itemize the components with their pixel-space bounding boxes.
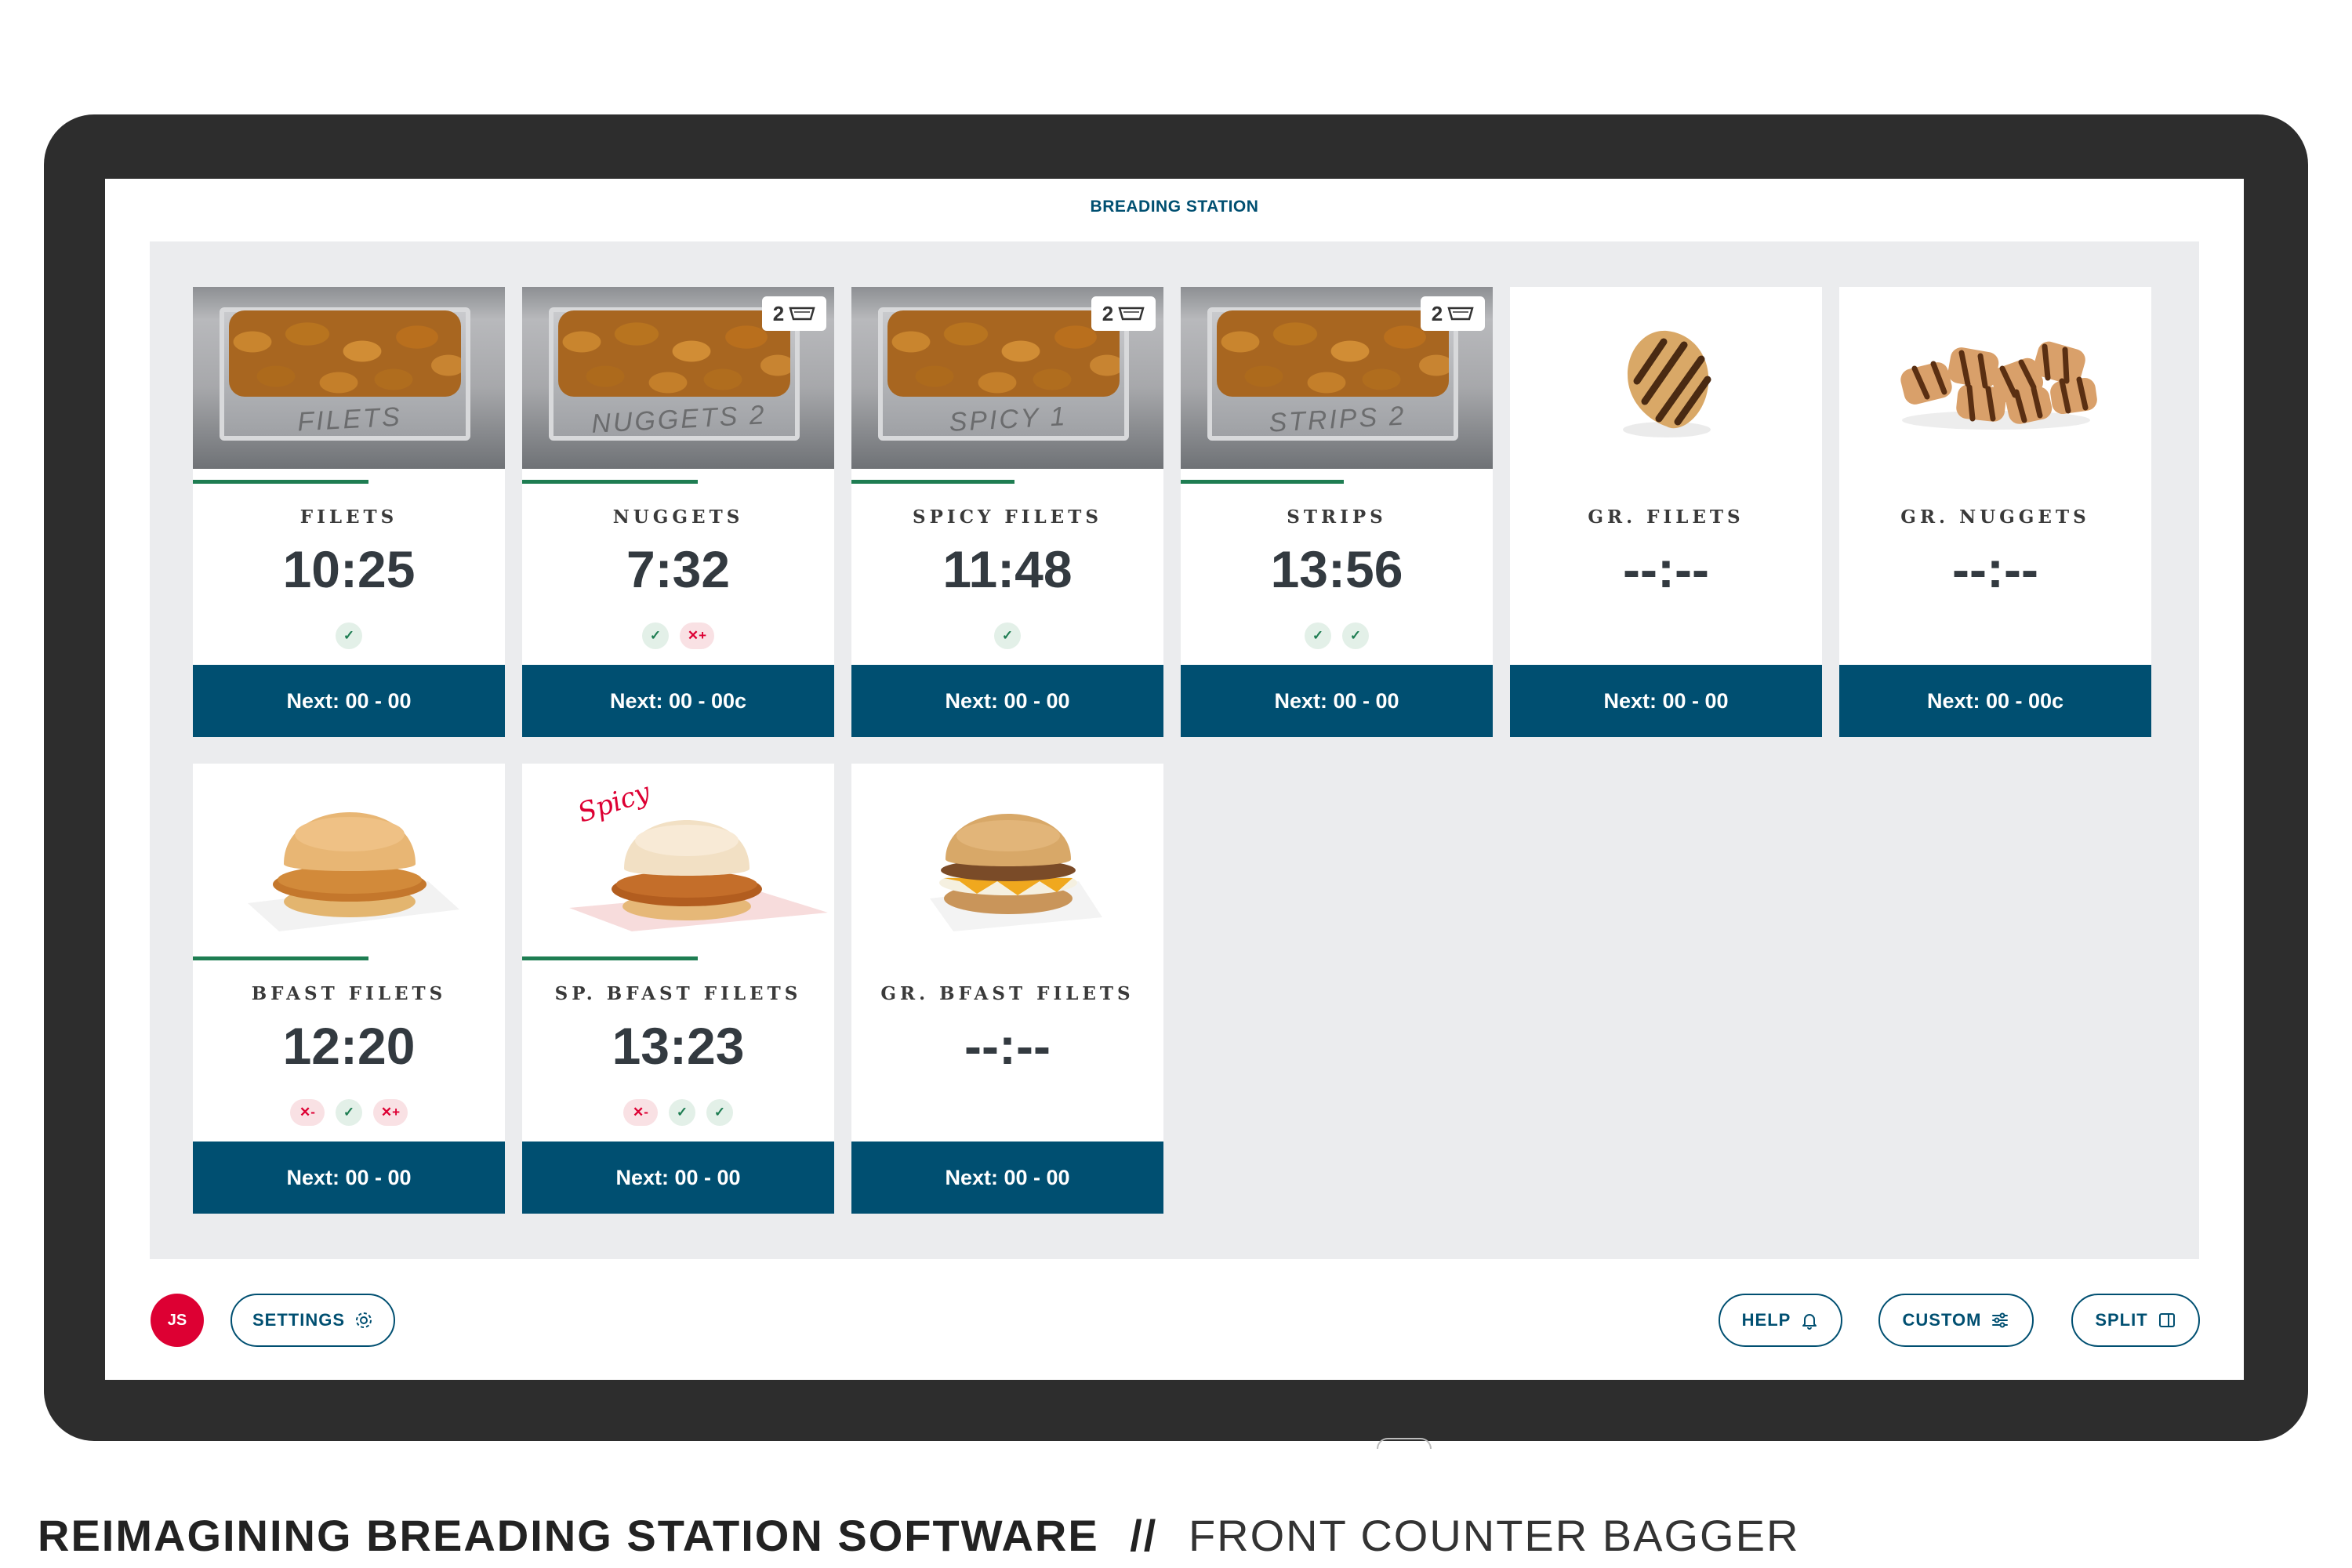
check-icon[interactable]: ✓ [994, 622, 1021, 649]
biscuit-sandwich-image [193, 764, 505, 946]
card-photo: FILETS [193, 287, 505, 469]
help-button[interactable]: HELP [1719, 1294, 1842, 1347]
status-row: ✕- ✓ ✕+ [193, 1099, 505, 1126]
next-bar[interactable]: Next: 00 - 00c [522, 665, 834, 737]
badge-count: 2 [772, 301, 785, 325]
status-row: ✓ [193, 622, 505, 649]
screen-title: BREADING STATION [1090, 198, 1259, 216]
grilled-nuggets-image [1839, 287, 2151, 469]
progress-bar [1181, 480, 1344, 484]
next-bar[interactable]: Next: 00 - 00 [851, 665, 1163, 737]
card-timer: 12:20 [282, 1017, 416, 1075]
card-nuggets[interactable]: NUGGETS 2 2 NUGGETS 7:32 ✓ ✕+ Next: 00 -… [522, 287, 834, 737]
badge-count: 2 [1431, 301, 1443, 325]
card-photo: SPICY 1 2 [851, 287, 1163, 469]
sliders-icon [1992, 1312, 2009, 1328]
page-caption: REIMAGINING BREADING STATION SOFTWARE //… [38, 1510, 1799, 1561]
settings-button[interactable]: SETTINGS [230, 1294, 395, 1347]
remove-minus-icon[interactable]: ✕- [290, 1099, 325, 1126]
pan-icon [1447, 307, 1474, 321]
card-timer: 10:25 [282, 540, 416, 598]
caption-title: REIMAGINING BREADING STATION SOFTWARE [38, 1511, 1099, 1560]
check-icon[interactable]: ✓ [706, 1099, 733, 1126]
english-muffin-sandwich-image [851, 764, 1163, 946]
progress-bar [851, 480, 1014, 484]
user-avatar[interactable]: JS [151, 1294, 204, 1347]
card-name: SPICY FILETS [913, 506, 1102, 528]
progress-bar [193, 956, 368, 960]
pan-icon [1118, 307, 1145, 321]
card-name: GR. BFAST FILETS [880, 983, 1134, 1004]
caption-subtitle: FRONT COUNTER BAGGER [1188, 1511, 1800, 1560]
next-bar[interactable]: Next: 00 - 00 [193, 665, 505, 737]
card-name: BFAST FILETS [251, 983, 447, 1004]
split-label: SPLIT [2095, 1310, 2148, 1330]
pan-icon [789, 307, 815, 321]
status-row: ✓ [851, 622, 1163, 649]
pan-count-badge: 2 [1091, 296, 1156, 331]
card-name: NUGGETS [612, 506, 744, 528]
pan-count-badge: 2 [762, 296, 826, 331]
card-name: GR. FILETS [1588, 506, 1744, 528]
check-icon[interactable]: ✓ [336, 622, 362, 649]
badge-count: 2 [1102, 301, 1114, 325]
card-spicy-bfast-filets[interactable]: Spicy SP. BFAST FILETS 13:23 ✕- ✓ ✓ Next… [522, 764, 834, 1214]
next-bar[interactable]: Next: 00 - 00 [522, 1142, 834, 1214]
grilled-filet-image [1510, 287, 1822, 469]
next-bar[interactable]: Next: 00 - 00c [1839, 665, 2151, 737]
split-view-icon [2158, 1313, 2175, 1327]
settings-label: SETTINGS [252, 1310, 345, 1330]
check-icon[interactable]: ✓ [669, 1099, 695, 1126]
product-board: FILETS FILETS 10:25 ✓ Next: 00 - 00 NUGG… [150, 241, 2199, 1259]
caption-separator: // [1130, 1511, 1158, 1560]
card-photo: NUGGETS 2 2 [522, 287, 834, 469]
card-strips[interactable]: STRIPS 2 2 STRIPS 13:56 ✓ ✓ Next: 00 - 0… [1181, 287, 1493, 737]
tablet-screen: BREADING STATION FILETS FILETS 10:25 ✓ N… [105, 179, 2244, 1380]
card-timer: 13:23 [612, 1017, 745, 1075]
remove-plus-icon[interactable]: ✕+ [680, 622, 714, 649]
split-button[interactable]: SPLIT [2071, 1294, 2200, 1347]
status-row: ✕- ✓ ✓ [522, 1099, 834, 1126]
bell-icon [1802, 1314, 1817, 1330]
card-name: FILETS [299, 506, 398, 528]
card-filets[interactable]: FILETS FILETS 10:25 ✓ Next: 00 - 00 [193, 287, 505, 737]
card-grilled-filets[interactable]: GR. FILETS --:-- Next: 00 - 00 [1510, 287, 1822, 737]
next-bar[interactable]: Next: 00 - 00 [193, 1142, 505, 1214]
card-timer: 11:48 [942, 540, 1073, 598]
card-spicy-filets[interactable]: SPICY 1 2 SPICY FILETS 11:48 ✓ Next: 00 … [851, 287, 1163, 737]
tablet-notch [1377, 1438, 1432, 1449]
card-name: SP. BFAST FILETS [554, 983, 802, 1004]
help-label: HELP [1741, 1310, 1791, 1330]
card-photo: STRIPS 2 2 [1181, 287, 1493, 469]
check-icon[interactable]: ✓ [1305, 622, 1331, 649]
next-bar[interactable]: Next: 00 - 00 [851, 1142, 1163, 1214]
card-bfast-filets[interactable]: BFAST FILETS 12:20 ✕- ✓ ✕+ Next: 00 - 00 [193, 764, 505, 1214]
card-grilled-nuggets[interactable]: GR. NUGGETS --:-- Next: 00 - 00c [1839, 287, 2151, 737]
card-grilled-bfast-filets[interactable]: GR. BFAST FILETS --:-- Next: 00 - 00 [851, 764, 1163, 1214]
progress-bar [522, 956, 698, 960]
status-row: ✓ ✕+ [522, 622, 834, 649]
card-timer: --:-- [1952, 540, 2038, 598]
progress-bar [522, 480, 698, 484]
card-timer: 13:56 [1270, 540, 1403, 598]
check-icon[interactable]: ✓ [642, 622, 669, 649]
spicy-biscuit-sandwich-image: Spicy [522, 764, 834, 946]
next-bar[interactable]: Next: 00 - 00 [1510, 665, 1822, 737]
custom-button[interactable]: CUSTOM [1878, 1294, 2034, 1347]
pan-count-badge: 2 [1421, 296, 1485, 331]
check-icon[interactable]: ✓ [336, 1099, 362, 1126]
card-name: STRIPS [1287, 506, 1387, 528]
next-bar[interactable]: Next: 00 - 00 [1181, 665, 1493, 737]
card-timer: 7:32 [626, 540, 731, 598]
card-timer: --:-- [1623, 540, 1709, 598]
check-icon[interactable]: ✓ [1342, 622, 1369, 649]
card-name: GR. NUGGETS [1900, 506, 2090, 528]
progress-bar [193, 480, 368, 484]
remove-minus-icon[interactable]: ✕- [623, 1099, 658, 1126]
gear-icon [356, 1312, 372, 1328]
custom-label: CUSTOM [1902, 1310, 1982, 1330]
card-timer: --:-- [964, 1017, 1051, 1075]
remove-plus-icon[interactable]: ✕+ [373, 1099, 408, 1126]
status-row: ✓ ✓ [1181, 622, 1493, 649]
